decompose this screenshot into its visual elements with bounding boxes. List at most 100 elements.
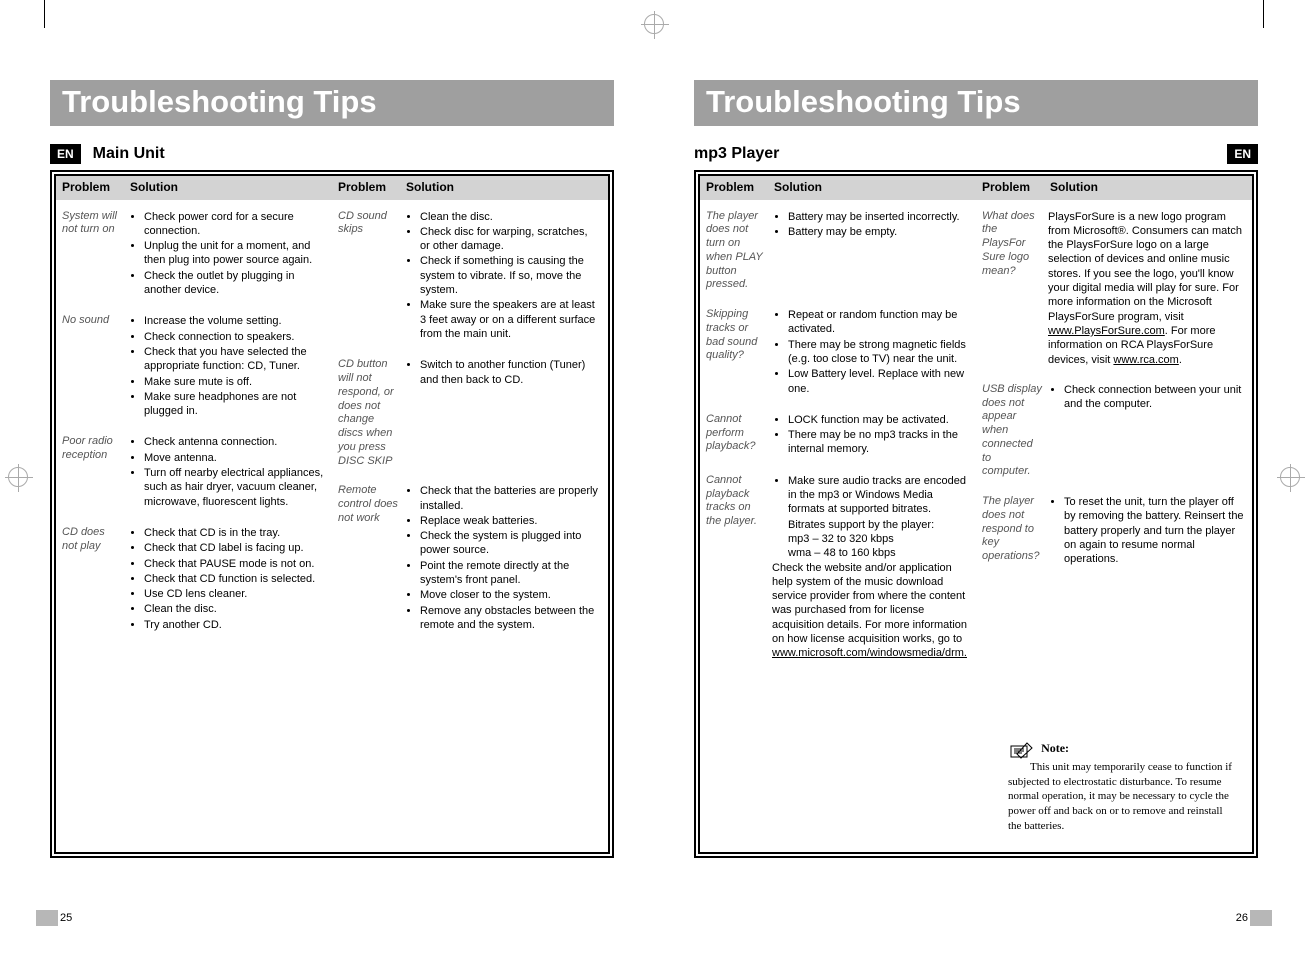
crop-line bbox=[44, 0, 45, 28]
page-left: Troubleshooting Tips EN Main Unit Proble… bbox=[0, 0, 654, 954]
list-item: Clean the disc. bbox=[144, 602, 324, 616]
subhead-row-left: EN Main Unit bbox=[50, 144, 614, 164]
page-number-right: 26 bbox=[1236, 912, 1248, 924]
list-item: Check that PAUSE mode is not on. bbox=[144, 557, 324, 571]
table-left: Problem Solution System will not turn on… bbox=[50, 170, 614, 858]
problem-cell: No sound bbox=[56, 304, 126, 425]
list-item: Try another CD. bbox=[144, 618, 324, 632]
col-header-solution: Solution bbox=[1044, 176, 1252, 200]
list-item: wma – 48 to 160 kbps bbox=[772, 546, 968, 560]
list-item: Make sure audio tracks are encoded in th… bbox=[788, 474, 968, 517]
col-header-solution: Solution bbox=[124, 176, 332, 200]
col-header-problem: Problem bbox=[976, 176, 1044, 200]
list-item: To reset the unit, turn the player off b… bbox=[1064, 495, 1244, 566]
table-row: Skipping tracks or bad sound quality? Rep… bbox=[700, 298, 976, 403]
list-item: Point the remote directly at the system'… bbox=[420, 559, 600, 588]
problem-cell: USB display does not appear when connect… bbox=[976, 373, 1046, 485]
list-item: Switch to another function (Tuner) and t… bbox=[420, 358, 600, 387]
crop-mark-left bbox=[8, 467, 28, 487]
solution-cell: Battery may be inserted incorrectly.Batt… bbox=[770, 200, 976, 299]
link-text: www.PlaysForSure.com bbox=[1048, 325, 1165, 337]
list-item: Check connection between your unit and t… bbox=[1064, 383, 1244, 412]
list-item: LOCK function may be activated. bbox=[788, 413, 968, 427]
problem-cell: The player does not turn on when PLAY bu… bbox=[700, 200, 770, 299]
problem-cell: Poor radio reception bbox=[56, 425, 126, 515]
solution-cell: Make sure audio tracks are encoded in th… bbox=[770, 464, 976, 667]
note-icon bbox=[1008, 740, 1034, 760]
table-row: The player does not respond to key opera… bbox=[976, 485, 1252, 573]
subhead-row-right: mp3 Player EN bbox=[694, 144, 1258, 164]
list-item: Clean the disc. bbox=[420, 210, 600, 224]
list-item: Check if something is causing the system… bbox=[420, 254, 600, 297]
link-text: www.microsoft.com/windowsmedia/drm. bbox=[772, 647, 967, 659]
note-title: Note: bbox=[1041, 741, 1069, 755]
table-row: No soundIncrease the volume setting.Chec… bbox=[56, 304, 332, 425]
list-item: There may be no mp3 tracks in the intern… bbox=[788, 428, 968, 457]
list-item: mp3 – 32 to 320 kbps bbox=[772, 532, 968, 546]
table-row: Cannot perform playback?LOCK function ma… bbox=[700, 403, 976, 464]
subhead-right: mp3 Player bbox=[694, 145, 779, 163]
list-item: Repeat or random function may be activat… bbox=[788, 308, 968, 337]
list-item: Check power cord for a secure connection… bbox=[144, 210, 324, 239]
solution-cell: Check antenna connection.Move antenna.Tu… bbox=[126, 425, 332, 515]
problem-cell: Cannot perform playback? bbox=[700, 403, 770, 464]
table-row: System will not turn on Check power cord … bbox=[56, 200, 332, 305]
crop-mark-right bbox=[1280, 467, 1300, 487]
table-row: USB display does not appear when connect… bbox=[976, 373, 1252, 485]
solution-cell: PlaysForSure is a new logo program from … bbox=[1046, 200, 1252, 373]
link-text: www.rca.com bbox=[1113, 354, 1178, 366]
list-item: Move antenna. bbox=[144, 451, 324, 465]
list-item: Check that CD is in the tray. bbox=[144, 526, 324, 540]
crop-mark-top bbox=[644, 14, 664, 34]
page-number-left: 25 bbox=[60, 912, 72, 924]
table-right: Problem Solution The player does not tur… bbox=[694, 170, 1258, 858]
table-row: The player does not turn on when PLAY bu… bbox=[700, 200, 976, 299]
problem-cell: Remote control does not work bbox=[332, 474, 402, 639]
list-item: Remove any obstacles between the remote … bbox=[420, 604, 600, 633]
solution-cell: Check that CD is in the tray.Check that … bbox=[126, 516, 332, 639]
page-title-left: Troubleshooting Tips bbox=[50, 80, 614, 126]
solution-cell: Repeat or random function may be activat… bbox=[770, 298, 976, 403]
table-row: What does the PlaysFor Sure logo mean?Pl… bbox=[976, 200, 1252, 373]
table-row: CD sound skipsClean the disc.Check disc … bbox=[332, 200, 608, 349]
problem-cell: Skipping tracks or bad sound quality? bbox=[700, 298, 770, 403]
list-item: Check the system is plugged into power s… bbox=[420, 529, 600, 558]
col-header-problem: Problem bbox=[56, 176, 124, 200]
col-header-problem: Problem bbox=[700, 176, 768, 200]
solution-cell: LOCK function may be activated.There may… bbox=[770, 403, 976, 464]
list-item: Move closer to the system. bbox=[420, 588, 600, 602]
list-item: Check connection to speakers. bbox=[144, 330, 324, 344]
list-item: Make sure headphones are not plugged in. bbox=[144, 390, 324, 419]
problem-cell: The player does not respond to key opera… bbox=[976, 485, 1046, 573]
list-item: Check that you have selected the appropr… bbox=[144, 345, 324, 374]
col-header-problem: Problem bbox=[332, 176, 400, 200]
problem-cell: CD does not play bbox=[56, 516, 126, 639]
list-item: Bitrates support by the player: bbox=[772, 518, 968, 532]
list-item: Battery may be inserted incorrectly. bbox=[788, 210, 968, 224]
list-item: Make sure mute is off. bbox=[144, 375, 324, 389]
lang-tag-right: EN bbox=[1227, 144, 1258, 164]
manual-spread: Troubleshooting Tips EN Main Unit Proble… bbox=[0, 0, 1308, 954]
problem-cell: System will not turn on bbox=[56, 200, 126, 305]
page-tab-right bbox=[1250, 910, 1272, 926]
page-title-right: Troubleshooting Tips bbox=[694, 80, 1258, 126]
list-item: Low Battery level. Replace with new one. bbox=[788, 367, 968, 396]
page-right: Troubleshooting Tips mp3 Player EN Probl… bbox=[654, 0, 1308, 954]
col-header-solution: Solution bbox=[400, 176, 608, 200]
list-item: Check disc for warping, scratches, or ot… bbox=[420, 225, 600, 254]
solution-cell: Increase the volume setting.Check connec… bbox=[126, 304, 332, 425]
problem-cell: CD button will not respond, or does not … bbox=[332, 348, 402, 474]
solution-cell: Switch to another function (Tuner) and t… bbox=[402, 348, 608, 474]
solution-cell: Clean the disc.Check disc for warping, s… bbox=[402, 200, 608, 349]
subhead-left: Main Unit bbox=[93, 145, 165, 163]
solution-text: PlaysForSure is a new logo program from … bbox=[1048, 210, 1244, 367]
problem-cell: What does the PlaysFor Sure logo mean? bbox=[976, 200, 1046, 373]
solution-cell: Check power cord for a secure connection… bbox=[126, 200, 332, 305]
note-body: This unit may temporarily cease to funct… bbox=[1008, 760, 1238, 834]
solution-text: Check the website and/or application hel… bbox=[772, 561, 968, 661]
problem-cell: Cannot playback tracks on the player. bbox=[700, 464, 770, 667]
solution-cell: To reset the unit, turn the player off b… bbox=[1046, 485, 1252, 573]
list-item: Check that the batteries are properly in… bbox=[420, 484, 600, 513]
col-header-solution: Solution bbox=[768, 176, 976, 200]
list-item: Check that CD label is facing up. bbox=[144, 541, 324, 555]
